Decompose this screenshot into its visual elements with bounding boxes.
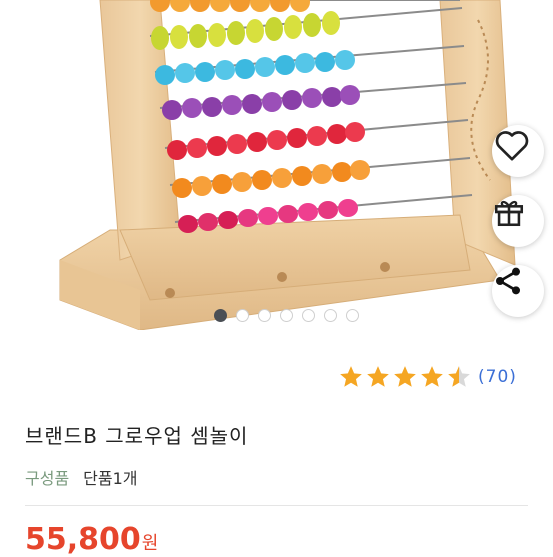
- product-rating[interactable]: (70): [338, 364, 517, 390]
- bead-row-orange: [172, 160, 370, 198]
- star-icon: [367, 366, 389, 387]
- star-icon: [394, 366, 416, 387]
- gift-icon: [494, 200, 524, 227]
- carousel-dot[interactable]: [214, 309, 227, 322]
- carousel-dot[interactable]: [280, 309, 293, 322]
- carousel-pagination[interactable]: [0, 309, 553, 322]
- abacus-product-image: [59, 0, 516, 330]
- price-unit: 원: [141, 533, 159, 554]
- product-options: 구성품 단품1개: [25, 465, 138, 489]
- carousel-dot[interactable]: [302, 309, 315, 322]
- gift-button[interactable]: [492, 195, 544, 247]
- divider: [25, 505, 528, 506]
- heart-icon: [495, 131, 529, 161]
- carousel-dot[interactable]: [258, 309, 271, 322]
- option-label: 구성품: [25, 469, 70, 488]
- bead-row-purple: [162, 85, 360, 120]
- bead-row-blue: [155, 50, 355, 85]
- share-icon: [496, 267, 520, 295]
- product-price: 55,800원: [25, 522, 158, 557]
- star-icon: [448, 366, 470, 387]
- star-icon: [421, 366, 443, 387]
- bead-row-red: [167, 122, 365, 160]
- star-icon: [340, 366, 362, 387]
- price-value: 55,800: [25, 522, 141, 557]
- wishlist-button[interactable]: [492, 125, 544, 177]
- product-image-carousel[interactable]: [0, 0, 553, 330]
- bead-row-yellow: [151, 11, 340, 50]
- carousel-dot[interactable]: [346, 309, 359, 322]
- bead-row-orange-top: [150, 0, 310, 12]
- option-value: 단품1개: [83, 469, 138, 488]
- product-title: 브랜드B 그로우업 셈놀이: [25, 424, 249, 448]
- rating-stars: [338, 364, 473, 390]
- carousel-dot[interactable]: [236, 309, 249, 322]
- review-count-link[interactable]: (70): [478, 367, 517, 387]
- carousel-dot[interactable]: [324, 309, 337, 322]
